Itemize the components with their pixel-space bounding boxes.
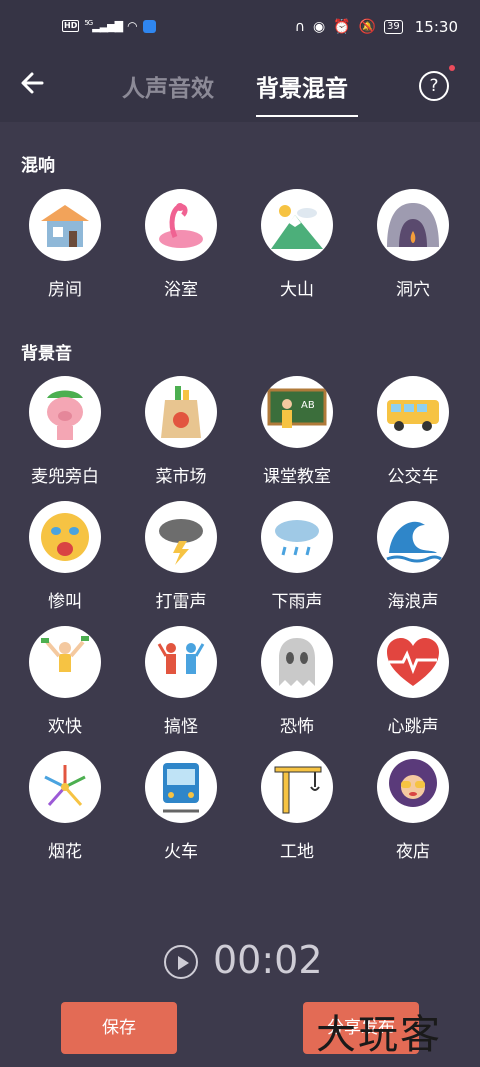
bus-icon — [377, 376, 449, 448]
heartbeat-icon — [377, 626, 449, 698]
bg-item-heartbeat[interactable]: 心跳声 — [355, 626, 471, 737]
headphones-icon: ∩ — [294, 19, 305, 35]
bg-item-funny[interactable]: 搞怪 — [123, 626, 239, 737]
alarm-icon: ⏰ — [333, 19, 351, 35]
bg-item-thunder[interactable]: 打雷声 — [123, 501, 239, 612]
status-left: HD 5G▂▃▅▇ ◠ — [62, 19, 156, 33]
notification-dot — [449, 65, 455, 71]
bg-item-happy[interactable]: 欢快 — [7, 626, 123, 737]
play-icon[interactable] — [164, 945, 198, 979]
grocery-bag-icon — [145, 376, 217, 448]
app-notification-icon — [142, 19, 156, 33]
item-label: 火车 — [164, 842, 198, 862]
item-label: 下雨声 — [271, 592, 323, 612]
watermark: 大玩客 — [316, 1012, 442, 1058]
dancing-people-icon — [145, 626, 217, 698]
bg-item-scream[interactable]: 惨叫 — [7, 501, 123, 612]
bg-item-fireworks[interactable]: 烟花 — [7, 751, 123, 862]
bg-item-bus[interactable]: 公交车 — [355, 376, 471, 487]
train-icon — [145, 751, 217, 823]
back-arrow-icon[interactable] — [18, 68, 48, 98]
reverb-item-cave[interactable]: 洞穴 — [355, 189, 471, 300]
flamingo-icon — [145, 189, 217, 261]
fireworks-icon — [29, 751, 101, 823]
item-label: 房间 — [48, 280, 82, 300]
happy-person-icon — [29, 626, 101, 698]
reverb-item-mountain[interactable]: 大山 — [239, 189, 355, 300]
ghost-icon — [261, 626, 333, 698]
signal-icon: 5G▂▃▅▇ — [84, 19, 123, 33]
item-label: 菜市场 — [155, 467, 207, 487]
item-label: 烟花 — [48, 842, 82, 862]
disco-woman-icon — [377, 751, 449, 823]
bg-item-horror[interactable]: 恐怖 — [239, 626, 355, 737]
active-tab-indicator — [256, 115, 358, 117]
scream-face-icon — [29, 501, 101, 573]
item-label: 搞怪 — [164, 717, 198, 737]
cave-icon — [377, 189, 449, 261]
item-label: 洞穴 — [396, 280, 430, 300]
mountain-icon — [261, 189, 333, 261]
wifi-icon: ◠ — [127, 19, 138, 33]
save-button[interactable]: 保存 — [61, 1002, 177, 1054]
bg-item-classroom[interactable]: AB 课堂教室 — [239, 376, 355, 487]
mute-icon: 🔕 — [358, 19, 377, 35]
status-right: ∩ ◉ ⏰ 🔕 39 15:30 — [295, 18, 458, 36]
bg-item-construction[interactable]: 工地 — [239, 751, 355, 862]
reverb-item-room[interactable]: 房间 — [7, 189, 123, 300]
item-label: 工地 — [280, 842, 314, 862]
house-icon — [29, 189, 101, 261]
thunder-cloud-icon — [145, 501, 217, 573]
item-label: 课堂教室 — [263, 467, 331, 487]
item-label: 公交车 — [387, 467, 439, 487]
item-label: 麦兜旁白 — [31, 467, 99, 487]
battery-icon: 39 — [384, 20, 403, 34]
crane-icon — [261, 751, 333, 823]
item-label: 大山 — [280, 280, 314, 300]
clock: 15:30 — [414, 18, 458, 36]
bg-item-nightclub[interactable]: 夜店 — [355, 751, 471, 862]
item-label: 打雷声 — [155, 592, 207, 612]
eye-icon: ◉ — [312, 19, 326, 35]
wave-icon — [377, 501, 449, 573]
item-label: 夜店 — [396, 842, 430, 862]
help-icon[interactable]: ? — [419, 71, 449, 101]
bg-item-rain[interactable]: 下雨声 — [239, 501, 355, 612]
background-section-title: 背景音 — [21, 344, 72, 364]
classroom-icon: AB — [261, 376, 333, 448]
status-bar: HD 5G▂▃▅▇ ◠ ∩ ◉ ⏰ 🔕 39 15:30 — [0, 0, 480, 58]
bg-item-market[interactable]: 菜市场 — [123, 376, 239, 487]
top-bar: 人声音效 背景混音 ? — [0, 58, 480, 122]
item-label: 海浪声 — [387, 592, 439, 612]
tab-background-mix[interactable]: 背景混音 — [256, 69, 348, 103]
item-label: 惨叫 — [48, 592, 82, 612]
svg-text:AB: AB — [301, 400, 315, 411]
item-label: 欢快 — [48, 717, 82, 737]
playback-timer: 00:02 — [213, 938, 323, 982]
item-label: 心跳声 — [387, 717, 439, 737]
hd-indicator: HD — [62, 20, 80, 32]
bg-item-pig[interactable]: 麦兜旁白 — [7, 376, 123, 487]
item-label: 浴室 — [164, 280, 198, 300]
tab-voice-effects[interactable]: 人声音效 — [122, 69, 214, 103]
pig-icon — [29, 376, 101, 448]
reverb-item-bathroom[interactable]: 浴室 — [123, 189, 239, 300]
rain-cloud-icon — [261, 501, 333, 573]
bg-item-waves[interactable]: 海浪声 — [355, 501, 471, 612]
bg-item-train[interactable]: 火车 — [123, 751, 239, 862]
item-label: 恐怖 — [280, 717, 314, 737]
reverb-section-title: 混响 — [21, 156, 55, 176]
